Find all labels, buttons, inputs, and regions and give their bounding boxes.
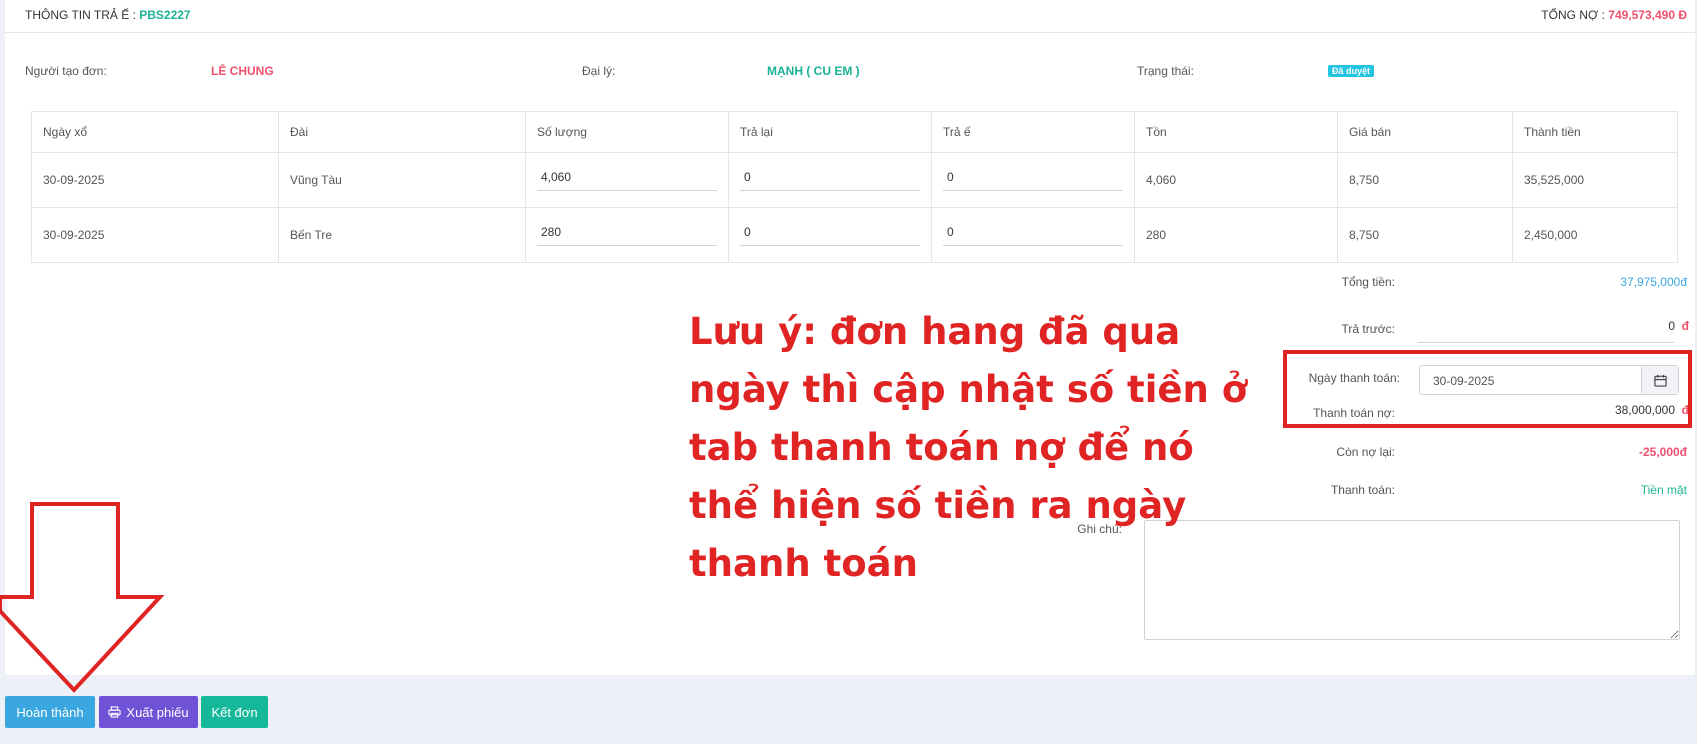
returned-input[interactable] <box>740 224 920 246</box>
prepay-unit: đ <box>1681 319 1689 333</box>
down-arrow-annotation <box>0 502 165 693</box>
row-station: Bến Tre <box>278 207 526 263</box>
prepay-value: 0 <box>1668 319 1675 333</box>
unsold-input[interactable] <box>943 224 1123 246</box>
total-debt: TỔNG NỢ : 749,573,490 đ <box>1541 8 1687 22</box>
row-date: 30-09-2025 <box>31 207 279 263</box>
total-debt-value: 749,573,490 đ <box>1608 8 1687 22</box>
status-label: Trạng thái: <box>1137 64 1194 78</box>
export-label: Xuất phiếu <box>126 704 189 720</box>
col-station: Đài <box>278 111 526 153</box>
card-header: THÔNG TIN TRẢ Ế : PBS2227 TỔNG NỢ : 749,… <box>5 0 1695 33</box>
row-amount: 35,525,000 <box>1512 152 1678 208</box>
row-stock: 4,060 <box>1134 152 1338 208</box>
table-header-row: Ngày xổ Đài Số lượng Trả lại Trả ế Tồn G… <box>31 111 1678 153</box>
quantity-input[interactable] <box>537 224 717 246</box>
row-price: 8,750 <box>1337 207 1513 263</box>
order-code: PBS2227 <box>139 8 191 22</box>
status-badge: Đã duyệt <box>1328 65 1375 77</box>
print-icon <box>108 706 121 718</box>
unsold-input[interactable] <box>943 169 1123 191</box>
col-quantity: Số lượng <box>525 111 729 153</box>
quantity-input[interactable] <box>537 169 717 191</box>
col-date: Ngày xổ <box>31 111 279 153</box>
col-returned: Trả lại <box>728 111 932 153</box>
agent-value: MẠNH ( CU EM ) <box>767 64 860 78</box>
total-value: 37,975,000đ <box>1620 275 1687 289</box>
row-stock: 280 <box>1134 207 1338 263</box>
row-price: 8,750 <box>1337 152 1513 208</box>
creator-label: Người tạo đơn: <box>25 64 107 78</box>
col-stock: Tồn <box>1134 111 1338 153</box>
table-row: 30-09-2025 Bến Tre 280 8,750 2,450,000 <box>31 207 1678 263</box>
row-date: 30-09-2025 <box>31 152 279 208</box>
col-price: Giá bán <box>1337 111 1513 153</box>
close-order-button[interactable]: Kết đơn <box>201 696 268 728</box>
complete-button[interactable]: Hoàn thành <box>5 696 95 728</box>
payment-method-value: Tiền mặt <box>1640 483 1687 497</box>
table-row: 30-09-2025 Vũng Tàu 4,060 8,750 35,525,0… <box>31 152 1678 208</box>
highlight-box <box>1283 350 1692 428</box>
card-title: THÔNG TIN TRẢ Ế : PBS2227 <box>25 8 191 22</box>
returned-input[interactable] <box>740 169 920 191</box>
annotation-note: Lưu ý: đơn hang đã qua ngày thì cập nhật… <box>689 310 1248 585</box>
row-station: Vũng Tàu <box>278 152 526 208</box>
return-info-card: THÔNG TIN TRẢ Ế : PBS2227 TỔNG NỢ : 749,… <box>5 0 1695 675</box>
col-unsold: Trả ế <box>931 111 1135 153</box>
total-label: Tổng tiền: <box>1341 275 1395 289</box>
col-amount: Thành tiền <box>1512 111 1678 153</box>
ticket-table: Ngày xổ Đài Số lượng Trả lại Trả ế Tồn G… <box>31 111 1678 263</box>
creator-value: LÊ CHUNG <box>211 64 274 78</box>
prepay-input[interactable] <box>1418 318 1674 343</box>
agent-label: Đại lý: <box>582 64 616 78</box>
row-amount: 2,450,000 <box>1512 207 1678 263</box>
export-button[interactable]: Xuất phiếu <box>99 696 198 728</box>
remain-value: -25,000đ <box>1638 445 1687 459</box>
